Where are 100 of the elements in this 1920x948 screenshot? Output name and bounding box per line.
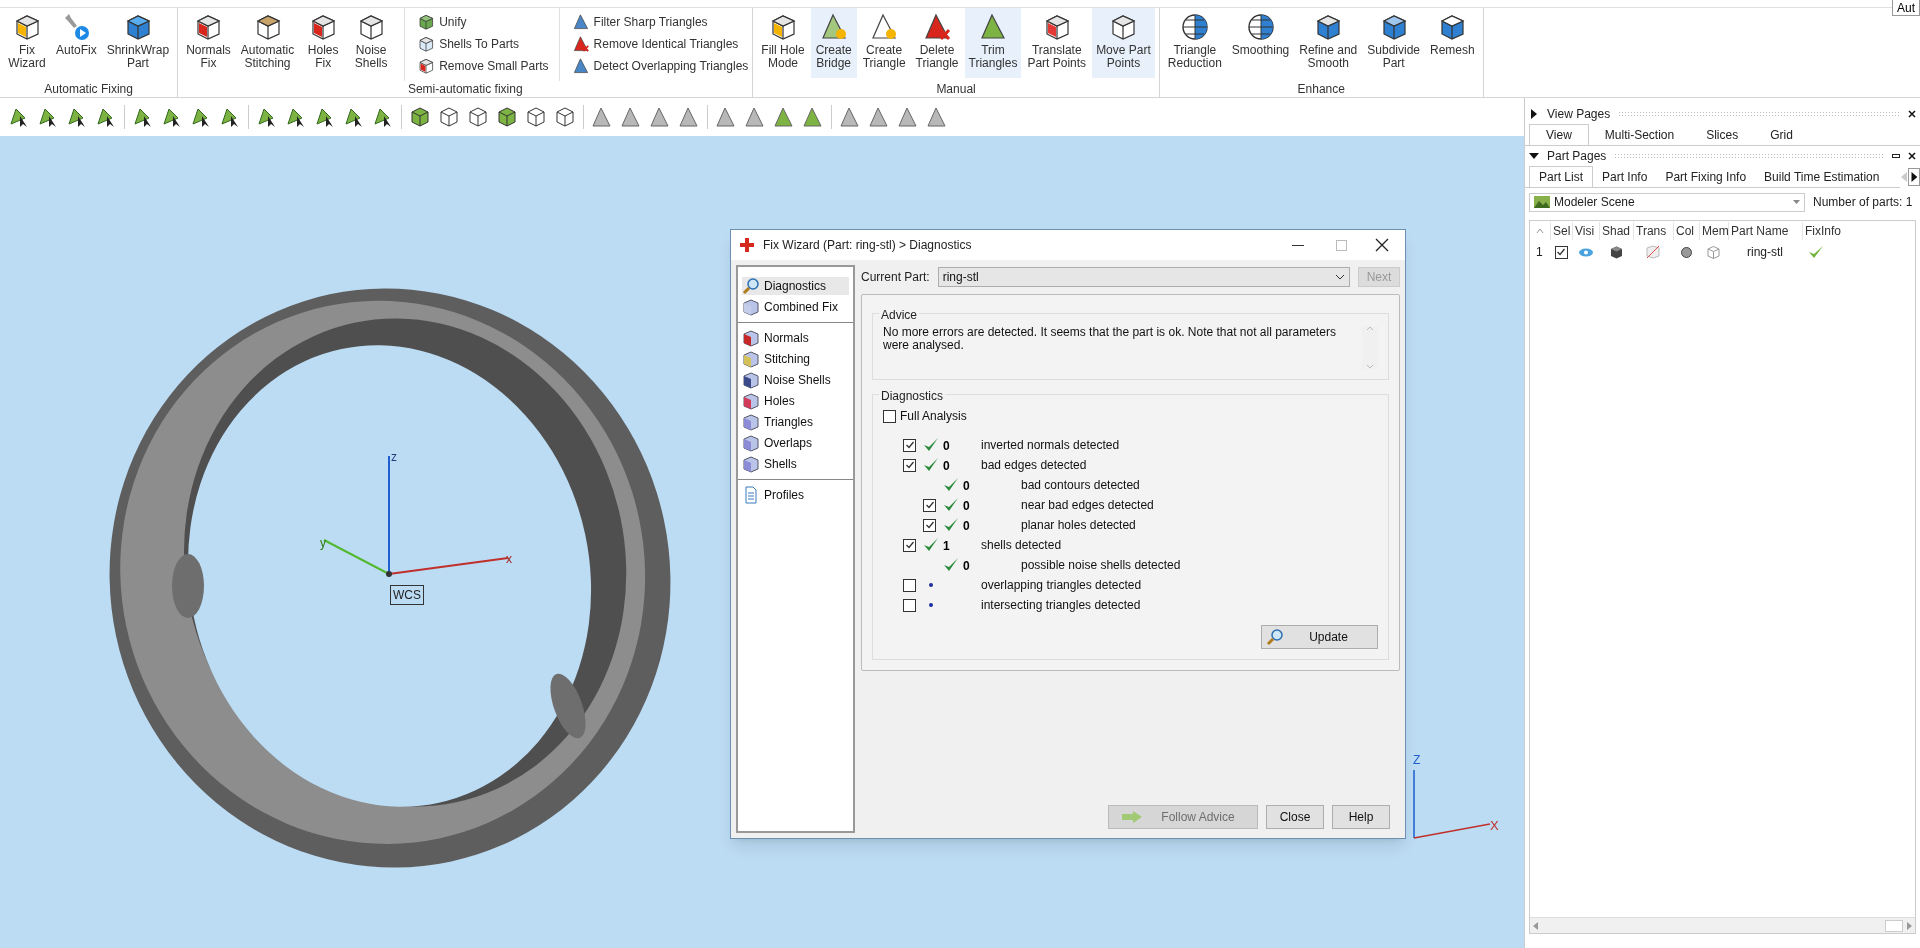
transparency-icon[interactable] <box>1646 245 1660 259</box>
nav-item[interactable]: Stitching <box>742 350 849 368</box>
checkbox[interactable] <box>903 598 916 612</box>
pointer-icon[interactable] <box>8 106 30 128</box>
ribbon-button[interactable]: Create Triangle <box>858 8 910 78</box>
ribbon-button[interactable]: Smoothing <box>1227 8 1294 78</box>
ribbon-button[interactable]: Trim Triangles <box>964 8 1022 78</box>
close-icon[interactable] <box>1908 152 1916 160</box>
ribbon-list-button[interactable]: Remove Identical Triangles <box>571 34 749 53</box>
ribbon-button[interactable]: AutoFix <box>52 8 101 78</box>
pointer-icon[interactable] <box>219 106 241 128</box>
cube-icon[interactable] <box>525 106 547 128</box>
scene-dropdown[interactable]: Modeler Scene <box>1529 192 1805 212</box>
column-header[interactable]: Part Name <box>1728 222 1802 240</box>
triangle-icon[interactable] <box>802 106 824 128</box>
checkbox[interactable] <box>883 409 896 423</box>
column-header[interactable]: Sel <box>1550 222 1572 240</box>
ribbon-button[interactable]: Translate Part Points <box>1023 8 1091 78</box>
ribbon-button[interactable]: ShrinkWrap Part <box>102 8 174 78</box>
eye-icon[interactable] <box>1578 247 1593 257</box>
pointer-icon[interactable] <box>66 106 88 128</box>
ribbon-button[interactable]: Noise Shells <box>348 8 395 78</box>
collapsed-icon[interactable] <box>1529 109 1539 119</box>
update-button[interactable]: Update <box>1261 625 1378 649</box>
pointer-icon[interactable] <box>343 106 365 128</box>
pointer-icon[interactable] <box>95 106 117 128</box>
dialog-button[interactable]: Help <box>1332 805 1390 829</box>
checkbox[interactable] <box>903 458 916 472</box>
ribbon-button[interactable]: Delete Triangle <box>911 8 963 78</box>
color-swatch[interactable] <box>1680 246 1692 258</box>
pointer-icon[interactable] <box>190 106 212 128</box>
ribbon-list-button[interactable]: Filter Sharp Triangles <box>571 12 749 31</box>
ribbon-button[interactable]: Subdivide Part <box>1363 8 1424 78</box>
tab[interactable]: Grid <box>1754 124 1809 145</box>
checkbox[interactable] <box>923 518 936 532</box>
nav-item[interactable]: Triangles <box>742 413 849 431</box>
pointer-icon[interactable] <box>285 106 307 128</box>
tab[interactable]: Build Time Estimation <box>1755 166 1889 187</box>
triangle-icon[interactable] <box>591 106 613 128</box>
checkbox[interactable] <box>1554 245 1568 259</box>
triangle-icon[interactable] <box>773 106 795 128</box>
ribbon-button[interactable]: Create Bridge <box>810 8 857 78</box>
ribbon-button[interactable]: Triangle Reduction <box>1163 8 1226 78</box>
triangle-icon[interactable] <box>649 106 671 128</box>
ribbon-list-button[interactable]: Unify <box>417 12 549 31</box>
column-header[interactable]: Mem <box>1699 222 1728 240</box>
close-icon[interactable] <box>1375 238 1389 252</box>
checkbox[interactable] <box>923 498 936 512</box>
ribbon-button[interactable]: Fill Hole Mode <box>757 8 809 78</box>
nav-item[interactable]: Combined Fix <box>742 298 849 316</box>
nav-item[interactable]: Diagnostics <box>742 277 849 295</box>
triangle-icon[interactable] <box>897 106 919 128</box>
nav-item[interactable]: Overlaps <box>742 434 849 452</box>
triangle-icon[interactable] <box>620 106 642 128</box>
corner-button[interactable]: Aut <box>1892 0 1920 16</box>
cube-icon[interactable] <box>409 106 431 128</box>
pin-icon[interactable] <box>1892 154 1900 158</box>
pointer-icon[interactable] <box>161 106 183 128</box>
tab[interactable]: Part Fixing Info <box>1656 166 1756 187</box>
cube-icon[interactable] <box>554 106 576 128</box>
triangle-icon[interactable] <box>839 106 861 128</box>
cube-icon[interactable] <box>467 106 489 128</box>
ribbon-button[interactable]: Refine and Smooth <box>1295 8 1362 78</box>
tab[interactable]: Part Info <box>1593 166 1657 187</box>
ribbon-button[interactable]: Remesh <box>1426 8 1479 78</box>
triangle-icon[interactable] <box>715 106 737 128</box>
column-header[interactable]: Shad <box>1599 222 1633 240</box>
ribbon-button[interactable]: Automatic Stitching <box>236 8 299 78</box>
pointer-icon[interactable] <box>256 106 278 128</box>
nav-item[interactable]: Noise Shells <box>742 371 849 389</box>
column-header[interactable]: FixInfo <box>1802 222 1862 240</box>
pointer-icon[interactable] <box>314 106 336 128</box>
minimize-icon[interactable] <box>1292 244 1304 246</box>
cube-icon[interactable] <box>1609 245 1623 259</box>
checkbox[interactable] <box>903 538 916 552</box>
part-dropdown[interactable]: ring-stl <box>937 267 1350 287</box>
nav-item[interactable]: Holes <box>742 392 849 410</box>
triangle-icon[interactable] <box>678 106 700 128</box>
ribbon-list-button[interactable]: Remove Small Parts <box>417 56 549 75</box>
column-header[interactable]: Trans <box>1633 222 1673 240</box>
horizontal-scrollbar[interactable] <box>1530 917 1915 933</box>
ribbon-button[interactable]: Holes Fix <box>300 8 347 78</box>
cube-icon[interactable] <box>438 106 460 128</box>
ribbon-button[interactable]: Move Part Points <box>1092 8 1155 78</box>
nav-item[interactable]: Normals <box>742 329 849 347</box>
ribbon-button[interactable]: Normals Fix <box>182 8 235 78</box>
nav-item[interactable]: Shells <box>742 455 849 473</box>
triangle-icon[interactable] <box>744 106 766 128</box>
close-icon[interactable] <box>1908 110 1916 118</box>
column-header[interactable]: Visi <box>1572 222 1599 240</box>
expanded-icon[interactable] <box>1529 151 1539 161</box>
triangle-icon[interactable] <box>868 106 890 128</box>
pointer-icon[interactable] <box>372 106 394 128</box>
ribbon-list-button[interactable]: Shells To Parts <box>417 34 549 53</box>
checkbox[interactable] <box>903 438 916 452</box>
cube-icon[interactable] <box>496 106 518 128</box>
nav-item[interactable]: Profiles <box>742 486 849 504</box>
pointer-icon[interactable] <box>37 106 59 128</box>
column-header[interactable]: Col <box>1673 222 1699 240</box>
tab[interactable]: Multi-Section <box>1588 124 1691 145</box>
